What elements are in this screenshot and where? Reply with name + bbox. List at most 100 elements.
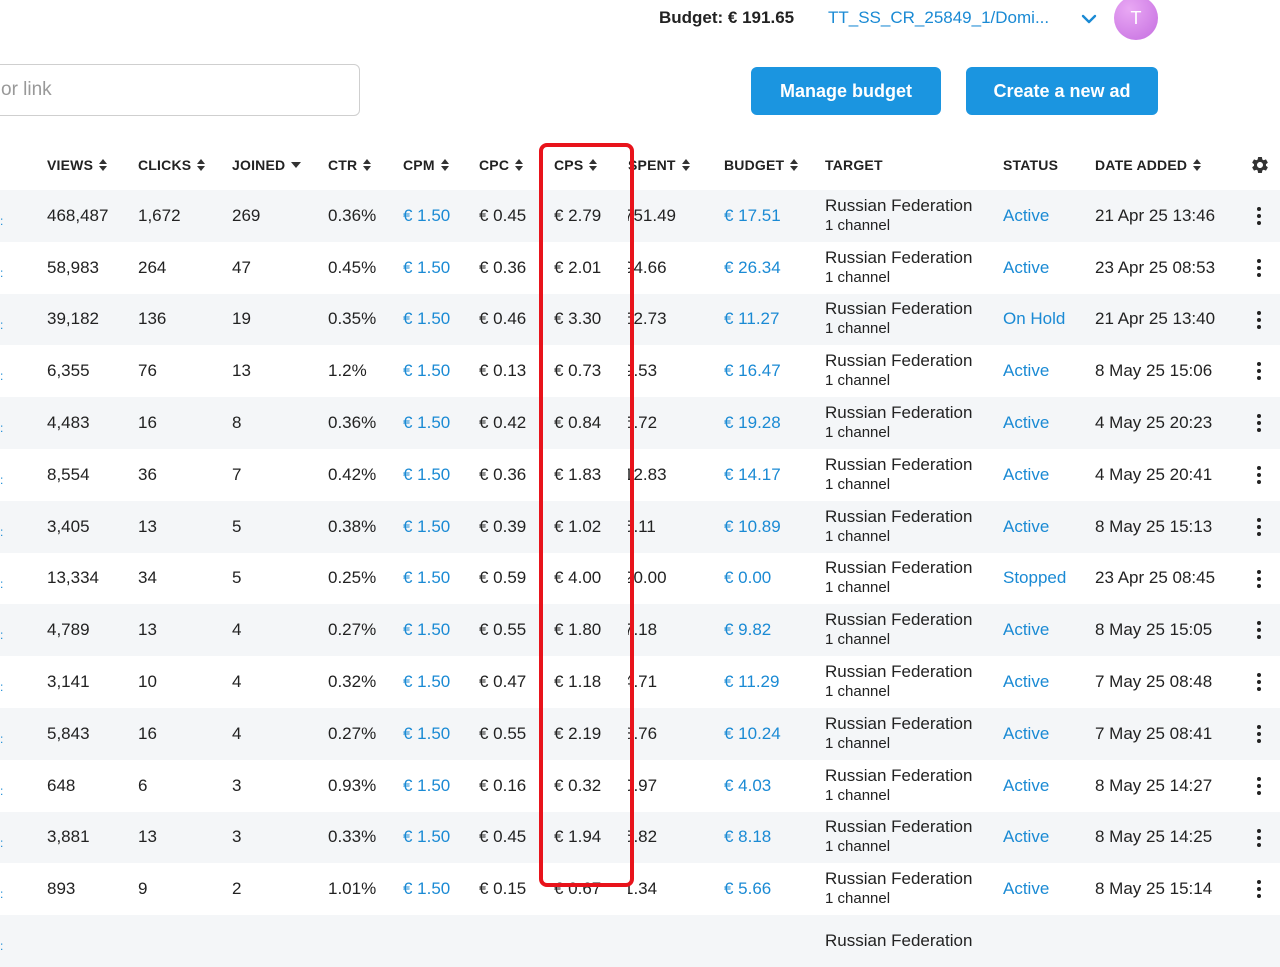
row-link-edge[interactable]: : [0,266,3,280]
cell-budget[interactable]: € 0.00 [724,553,771,605]
cell-cpm[interactable]: € 1.50 [403,501,450,553]
row-actions-icon[interactable] [1256,207,1262,225]
cell-cpm[interactable]: € 1.50 [403,604,450,656]
cell-cpm[interactable]: € 1.50 [403,449,450,501]
gear-icon[interactable] [1250,155,1270,175]
cell-status[interactable]: Active [1003,760,1049,812]
cell-budget[interactable]: € 9.82 [724,604,771,656]
chevron-down-icon[interactable] [1080,10,1098,28]
cell-budget[interactable]: € 17.51 [724,190,781,242]
cell-status[interactable]: Active [1003,604,1049,656]
cell-budget[interactable]: € 8.18 [724,812,771,864]
cell-ctr: 0.93% [328,775,377,795]
row-link-edge[interactable]: : [0,318,3,332]
cell-status[interactable]: Active [1003,708,1049,760]
cell-status[interactable]: On Hold [1003,294,1065,346]
cell-budget[interactable]: € 19.28 [724,397,781,449]
column-header-clicks[interactable]: CLICKS [138,140,206,190]
row-actions-icon[interactable] [1256,258,1262,277]
row-link-edge[interactable]: : [0,473,3,487]
cell-budget[interactable]: € 10.89 [724,501,781,553]
row-actions-icon[interactable] [1256,362,1262,381]
row-link-edge[interactable]: : [0,784,3,798]
row-actions-icon[interactable] [1256,724,1262,743]
cell-status[interactable]: Active [1003,397,1049,449]
column-header-spent[interactable]: SPENT [628,140,690,190]
table-row: : 648 6 3 0.93% € 1.50 € 0.16 € 0.32 € 4.03 Activ… [0,760,1280,812]
row-actions-icon[interactable] [1256,569,1262,588]
row-link-edge[interactable]: : [0,369,3,383]
cell-cpm[interactable]: € 1.50 [403,242,450,294]
cell-date: 8 May 25 14:27 [1095,775,1213,795]
column-header-cpc[interactable]: CPC [479,140,524,190]
cell-cpm[interactable]: € 1.50 [403,812,450,864]
cell-status[interactable]: Active [1003,656,1049,708]
row-actions-icon[interactable] [1256,310,1262,329]
cell-budget[interactable]: € 4.03 [724,760,771,812]
row-actions-icon[interactable] [1256,673,1262,692]
column-header-views[interactable]: VIEWS [47,140,108,190]
cell-status[interactable]: Active [1003,345,1049,397]
cell-status[interactable]: Active [1003,190,1049,242]
cell-budget[interactable]: € 16.47 [724,345,781,397]
cell-budget[interactable]: € 26.34 [724,242,781,294]
column-header-ctr[interactable]: CTR [328,140,372,190]
cell-budget[interactable]: € 11.29 [724,656,779,708]
row-link-edge[interactable]: : [0,732,3,746]
table-row: : 893 9 2 1.01% € 1.50 € 0.15 € 0.67 € 5.66 Activ… [0,863,1280,915]
cell-joined: 5 [232,516,242,536]
table-row: : 4,789 13 4 0.27% € 1.50 € 0.55 € 1.80 € 9.82 Ac… [0,604,1280,657]
cell-budget[interactable]: € 10.24 [724,708,781,760]
manage-budget-button[interactable]: Manage budget [751,67,941,115]
create-ad-button[interactable]: Create a new ad [966,67,1158,115]
cell-ctr: 0.36% [328,413,377,433]
cell-budget[interactable]: € 14.17 [724,449,781,501]
cell-budget[interactable]: € 5.66 [724,863,771,915]
cell-status[interactable]: Active [1003,863,1049,915]
table-row: : 58,983 264 47 0.45% € 1.50 € 0.36 € 2.01 € 26.… [0,242,1280,294]
cell-cpm[interactable]: € 1.50 [403,345,450,397]
column-header-budget[interactable]: BUDGET [724,140,799,190]
row-link-edge[interactable]: : [0,680,3,694]
account-selector[interactable]: TT_SS_CR_25849_1/Domi... [828,8,1068,28]
row-link-edge[interactable]: : [0,887,3,901]
cell-cpm[interactable]: € 1.50 [403,863,450,915]
row-actions-icon[interactable] [1256,517,1262,536]
cell-status[interactable]: Active [1003,501,1049,553]
cell-status[interactable]: Active [1003,812,1049,864]
table-row: : 3,405 13 5 0.38% € 1.50 € 0.39 € 1.02 € 10.89 A… [0,500,1280,553]
cell-cpm[interactable]: € 1.50 [403,708,450,760]
row-actions-icon[interactable] [1256,465,1262,484]
cell-status[interactable]: Active [1003,449,1049,501]
cell-cpm[interactable]: € 1.50 [403,553,450,605]
row-link-edge[interactable]: : [0,577,3,591]
column-header-joined[interactable]: JOINED [232,140,302,190]
cell-budget[interactable]: € 11.27 [724,294,779,346]
row-link-edge[interactable]: : [0,628,3,642]
row-link-edge[interactable]: : [0,214,3,228]
row-actions-icon[interactable] [1256,828,1262,847]
cell-cpm[interactable]: € 1.50 [403,397,450,449]
column-header-cpm[interactable]: CPM [403,140,449,190]
cell-cpm[interactable]: € 1.50 [403,656,450,708]
row-actions-icon[interactable] [1256,621,1262,640]
cell-status[interactable]: Active [1003,242,1049,294]
column-header-cps[interactable]: CPS [554,140,598,190]
cell-cpm[interactable]: € 1.50 [403,294,450,346]
row-actions-icon[interactable] [1256,414,1262,433]
cell-ctr: 1.01% [328,879,377,899]
row-actions-icon[interactable] [1256,880,1262,899]
search-input[interactable] [0,64,360,116]
cell-cps: € 0.32 [554,775,602,795]
cell-clicks: 6 [138,775,148,795]
avatar[interactable]: T [1114,0,1158,40]
cell-cpm[interactable]: € 1.50 [403,760,450,812]
column-header-date-added[interactable]: DATE ADDED [1095,140,1202,190]
row-link-edge[interactable]: : [0,525,3,539]
row-link-edge[interactable]: : [0,836,3,850]
row-actions-icon[interactable] [1256,776,1262,795]
cell-status[interactable]: Stopped [1003,553,1066,605]
row-link-edge[interactable]: : [0,939,3,953]
cell-cpm[interactable]: € 1.50 [403,190,450,242]
row-link-edge[interactable]: : [0,421,3,435]
